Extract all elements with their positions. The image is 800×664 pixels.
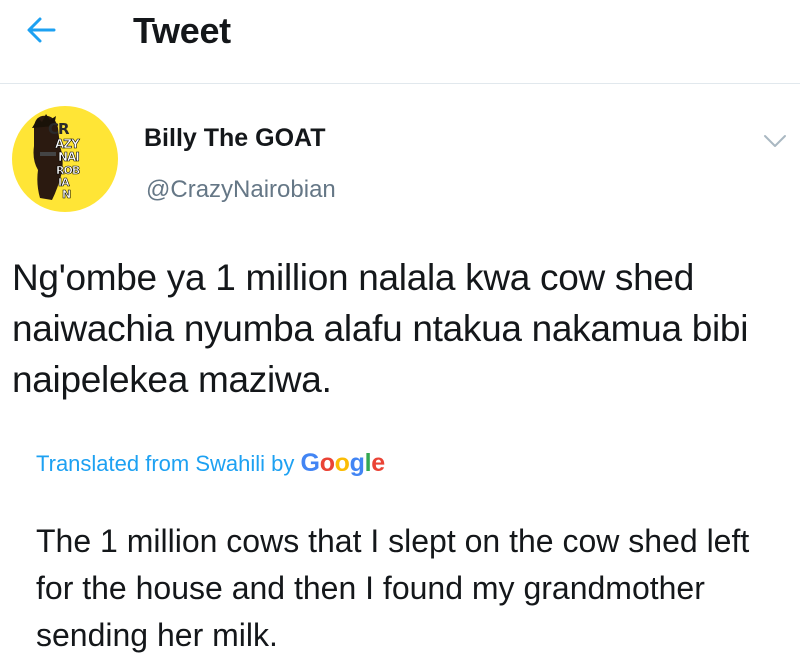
translation-attribution[interactable]: Translated from Swahili by Google [36, 449, 385, 478]
author-handle: @CrazyNairobian [146, 176, 336, 203]
translated-from-label: Translated from Swahili by [36, 451, 295, 476]
chevron-down-icon [764, 135, 786, 147]
back-button[interactable] [20, 8, 64, 52]
avatar-logo: CR AZY NAI ROB IA N [32, 114, 81, 201]
tweet-text: Ng'ombe ya 1 million nalala kwa cow shed… [12, 257, 749, 400]
svg-text:CR: CR [48, 120, 70, 138]
google-logo: Google [300, 449, 386, 477]
tweet-menu-button[interactable] [758, 126, 792, 156]
author-display-name[interactable]: Billy The GOAT [144, 124, 326, 153]
google-letter: g [349, 449, 365, 477]
top-bar: Tweet [0, 0, 800, 84]
svg-text:AZY: AZY [55, 137, 80, 151]
google-letter: o [334, 449, 350, 477]
google-letter: o [319, 449, 335, 477]
translated-tweet-text: The 1 million cows that I slept on the c… [36, 523, 750, 653]
avatar[interactable]: CR AZY NAI ROB IA N [12, 106, 118, 212]
google-letter: G [300, 449, 320, 477]
google-letter: e [371, 449, 385, 477]
arrow-left-icon [27, 17, 56, 43]
svg-text:NAI: NAI [58, 150, 79, 164]
page-title: Tweet [133, 10, 231, 51]
svg-text:N: N [62, 188, 71, 201]
